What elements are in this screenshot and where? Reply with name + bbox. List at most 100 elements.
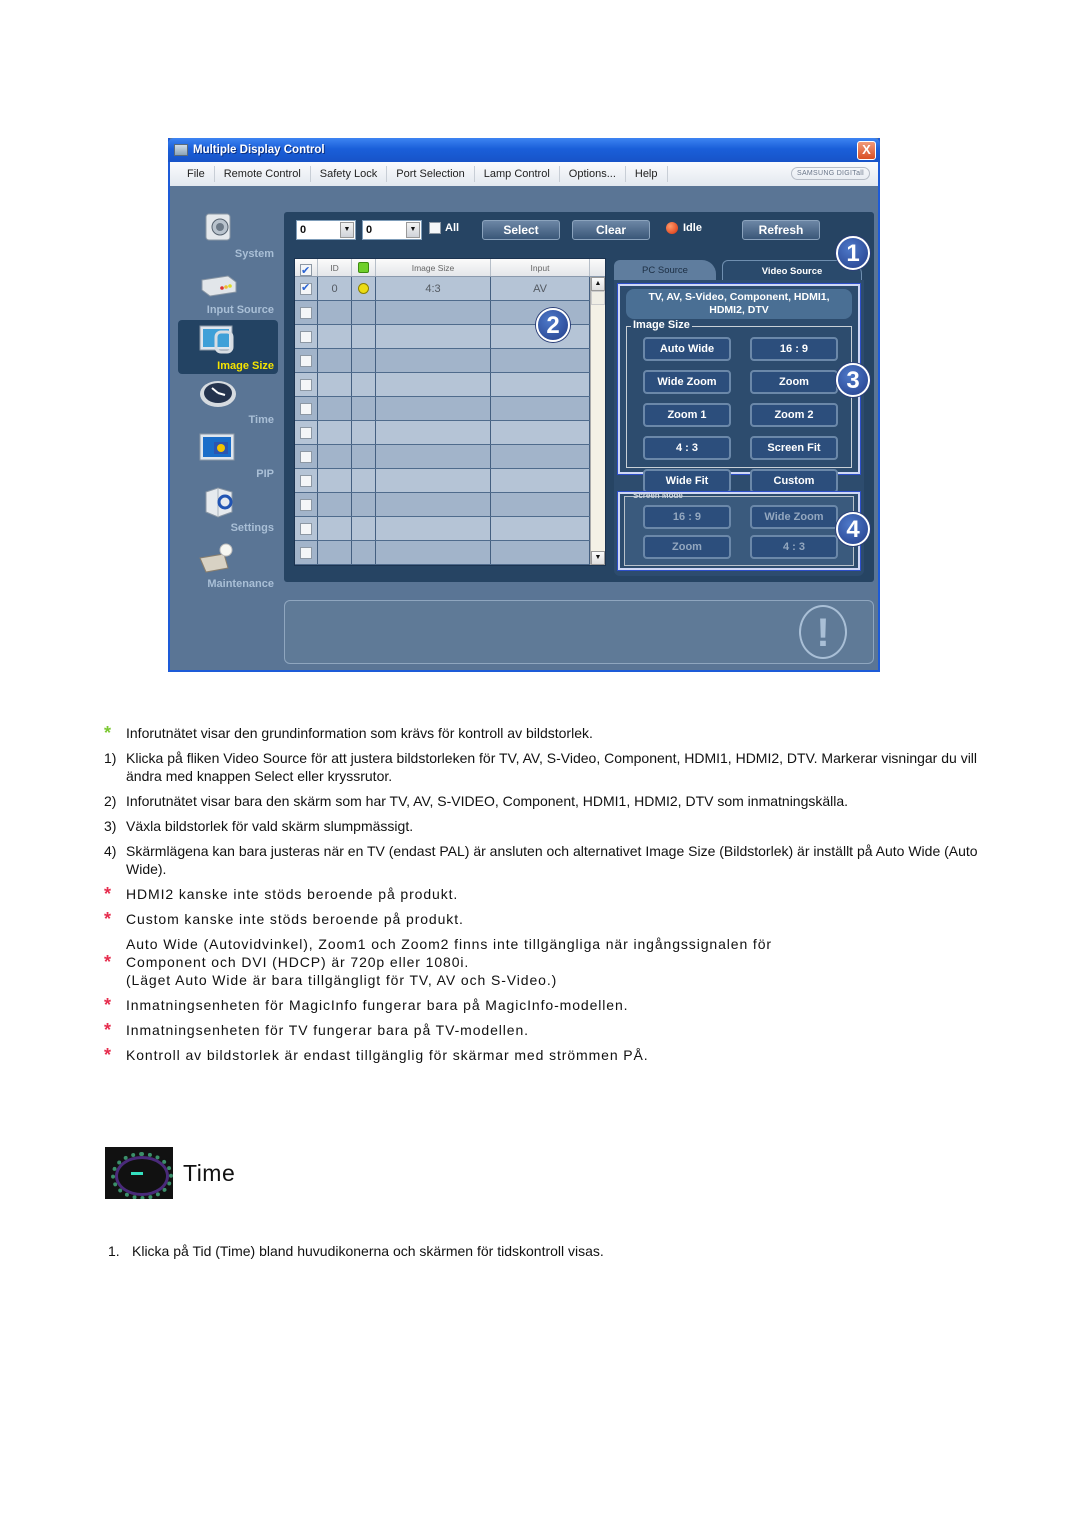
row-checkbox-cell[interactable] xyxy=(295,493,318,516)
row-checkbox-cell[interactable] xyxy=(295,517,318,540)
row-checkbox-cell[interactable] xyxy=(295,445,318,468)
table-row[interactable] xyxy=(295,445,605,469)
video-source-panel: TV, AV, S-Video, Component, HDMI1, HDMI2… xyxy=(614,280,864,576)
header-input: Input xyxy=(491,259,590,276)
row-checkbox[interactable] xyxy=(300,426,312,439)
sidebar-item-image-size[interactable]: Image Size xyxy=(178,320,278,374)
menu-lamp-control[interactable]: Lamp Control xyxy=(475,166,560,182)
menu-help[interactable]: Help xyxy=(626,166,668,182)
grid-scrollbar[interactable]: ▲ ▼ xyxy=(590,277,605,565)
sidebar-item-pip[interactable]: PIP xyxy=(178,428,278,482)
menu-port-selection[interactable]: Port Selection xyxy=(387,166,475,182)
select-button[interactable]: Select xyxy=(482,220,560,240)
row-checkbox[interactable] xyxy=(300,281,312,295)
samsung-logo: SAMSUNG DIGITall xyxy=(790,167,870,180)
menu-options[interactable]: Options... xyxy=(560,166,626,182)
cell-power xyxy=(352,493,376,516)
note-text: Inmatningsenheten för MagicInfo fungerar… xyxy=(126,997,629,1013)
menu-safety-lock[interactable]: Safety Lock xyxy=(311,166,388,182)
image-size-button-wide-zoom[interactable]: Wide Zoom xyxy=(643,370,731,394)
refresh-button[interactable]: Refresh xyxy=(742,220,820,240)
row-checkbox[interactable] xyxy=(300,498,312,511)
asterisk-icon: * xyxy=(104,723,112,743)
table-row[interactable] xyxy=(295,373,605,397)
row-checkbox[interactable] xyxy=(300,402,312,415)
sidebar: System Input Source Image Size Time PIP … xyxy=(170,186,280,670)
image-size-icon xyxy=(199,325,234,354)
table-row[interactable] xyxy=(295,397,605,421)
sidebar-item-system[interactable]: System xyxy=(178,208,278,262)
screen-mode-button-wide-zoom[interactable]: Wide Zoom xyxy=(750,505,838,529)
row-checkbox[interactable] xyxy=(300,306,312,319)
image-size-button-4-3[interactable]: 4 : 3 xyxy=(643,436,731,460)
clear-button[interactable]: Clear xyxy=(572,220,650,240)
menu-file[interactable]: File xyxy=(178,166,215,182)
header-checkbox[interactable] xyxy=(300,262,312,280)
image-size-button-zoom-1[interactable]: Zoom 1 xyxy=(643,403,731,427)
row-checkbox[interactable] xyxy=(300,378,312,391)
tab-pc-source[interactable]: PC Source xyxy=(614,260,716,280)
row-checkbox[interactable] xyxy=(300,474,312,487)
table-row[interactable] xyxy=(295,517,605,541)
row-checkbox-cell[interactable] xyxy=(295,325,318,348)
row-checkbox-cell[interactable] xyxy=(295,541,318,564)
row-checkbox-cell[interactable] xyxy=(295,397,318,420)
row-checkbox[interactable] xyxy=(300,354,312,367)
image-size-button-zoom-2[interactable]: Zoom 2 xyxy=(750,403,838,427)
sidebar-item-maintenance[interactable]: Maintenance xyxy=(178,538,278,592)
header-select-all[interactable] xyxy=(295,259,318,280)
image-size-button-screen-fit[interactable]: Screen Fit xyxy=(750,436,838,460)
menu-remote-control[interactable]: Remote Control xyxy=(215,166,311,182)
note-item: * Custom kanske inte stöds beroende på pr… xyxy=(104,910,984,928)
numbered-note: 4) Skärmlägena kan bara justeras när en T… xyxy=(104,842,984,878)
image-size-button-16-9[interactable]: 16 : 9 xyxy=(750,337,838,361)
screen-mode-button-4-3[interactable]: 4 : 3 xyxy=(750,535,838,559)
row-checkbox-cell[interactable] xyxy=(295,469,318,492)
message-panel: ! xyxy=(284,600,874,664)
table-row[interactable] xyxy=(295,469,605,493)
row-checkbox-cell[interactable] xyxy=(295,277,318,300)
table-row[interactable] xyxy=(295,349,605,373)
display-id-end-combo[interactable]: 0 ▼ xyxy=(362,220,422,240)
table-row[interactable] xyxy=(295,421,605,445)
sidebar-item-settings[interactable]: Settings xyxy=(178,482,278,536)
scroll-thumb[interactable] xyxy=(591,291,605,305)
callout-2: 2 xyxy=(536,308,570,342)
image-size-button-zoom[interactable]: Zoom xyxy=(750,370,838,394)
scroll-down-icon[interactable]: ▼ xyxy=(591,551,605,565)
chevron-down-icon[interactable]: ▼ xyxy=(340,222,354,238)
image-size-button-auto-wide[interactable]: Auto Wide xyxy=(643,337,731,361)
row-checkbox-cell[interactable] xyxy=(295,349,318,372)
row-checkbox[interactable] xyxy=(300,330,312,343)
screen-mode-button-zoom[interactable]: Zoom xyxy=(643,535,731,559)
screen-mode-buttons: 16 : 9 Wide Zoom Zoom 4 : 3 xyxy=(643,505,838,559)
close-button[interactable]: X xyxy=(857,141,876,160)
clock-icon xyxy=(105,1147,173,1199)
sidebar-label: Settings xyxy=(230,522,274,534)
scroll-up-icon[interactable]: ▲ xyxy=(591,277,605,291)
table-row[interactable]: 0 4:3AV xyxy=(295,277,605,301)
image-size-button-custom[interactable]: Custom xyxy=(750,469,838,493)
cell-power xyxy=(352,421,376,444)
row-checkbox-cell[interactable] xyxy=(295,301,318,324)
all-checkbox[interactable] xyxy=(429,222,441,234)
image-size-group: Image Size Auto Wide 16 : 9 Wide Zoom Zoom Z… xyxy=(626,319,852,493)
input-source-icon xyxy=(201,275,237,297)
header-id: ID xyxy=(318,259,352,276)
sidebar-item-input-source[interactable]: Input Source xyxy=(178,264,278,318)
chevron-down-icon[interactable]: ▼ xyxy=(406,222,420,238)
settings-icon xyxy=(205,487,233,518)
row-checkbox[interactable] xyxy=(300,450,312,463)
sidebar-label: Input Source xyxy=(206,304,274,316)
display-id-start-combo[interactable]: 0 ▼ xyxy=(296,220,356,240)
cell-image-size: 4:3 xyxy=(376,277,491,300)
sidebar-item-time[interactable]: Time xyxy=(178,374,278,428)
table-row[interactable] xyxy=(295,493,605,517)
image-size-button-wide-fit[interactable]: Wide Fit xyxy=(643,469,731,493)
row-checkbox-cell[interactable] xyxy=(295,373,318,396)
row-checkbox-cell[interactable] xyxy=(295,421,318,444)
table-row[interactable] xyxy=(295,541,605,565)
row-checkbox[interactable] xyxy=(300,522,312,535)
screen-mode-button-16-9[interactable]: 16 : 9 xyxy=(643,505,731,529)
row-checkbox[interactable] xyxy=(300,546,312,559)
